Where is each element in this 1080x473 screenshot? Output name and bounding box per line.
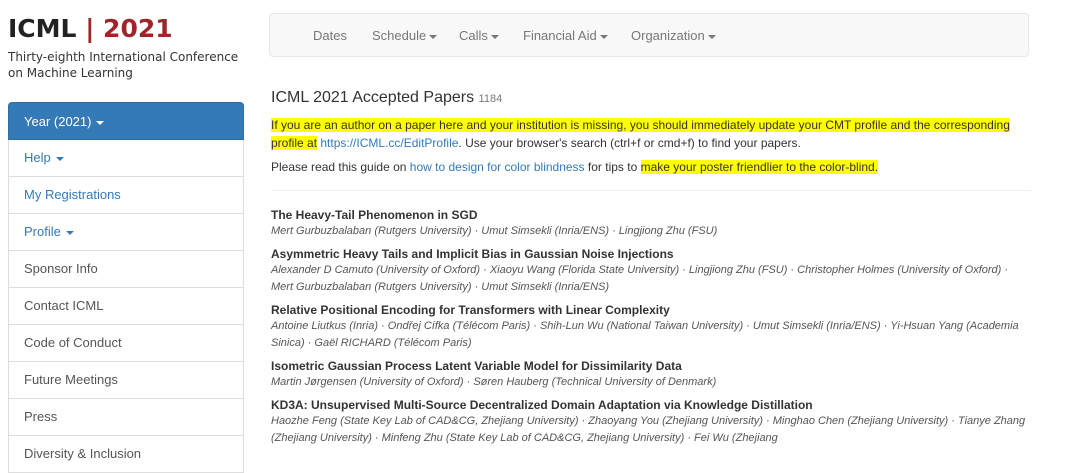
sidebar-item-label: Help xyxy=(24,150,51,165)
caret-down-icon xyxy=(599,34,608,39)
sidebar-item-sponsor-info[interactable]: Sponsor Info xyxy=(8,251,244,288)
paper-title[interactable]: KD3A: Unsupervised Multi-Source Decentra… xyxy=(271,398,1031,413)
logo-year: 2021 xyxy=(103,14,173,43)
color-blindness-guide-link[interactable]: how to design for color blindness xyxy=(410,160,585,174)
caret-down-icon xyxy=(96,120,105,125)
nav-organization[interactable]: Organization xyxy=(631,14,716,57)
caret-down-icon xyxy=(65,230,74,235)
nav-label: Calls xyxy=(459,28,488,43)
sidebar-item-my-registrations[interactable]: My Registrations xyxy=(8,177,244,214)
paper-authors: Alexander D Camuto (University of Oxford… xyxy=(271,264,1009,293)
guide-pre: Please read this guide on xyxy=(271,160,407,174)
conference-subtitle: Thirty-eighth International Conference o… xyxy=(8,50,239,80)
logo-separator: | xyxy=(85,14,95,43)
sidebar-item-label: Year (2021) xyxy=(24,114,92,129)
sidebar-item-code-of-conduct[interactable]: Code of Conduct xyxy=(8,325,244,362)
paper-authors: Mert Gurbuzbalaban (Rutgers University) … xyxy=(271,225,718,237)
nav-financial-aid[interactable]: Financial Aid xyxy=(523,14,608,57)
sidebar-item-profile[interactable]: Profile xyxy=(8,214,244,251)
paper-title[interactable]: Isometric Gaussian Process Latent Variab… xyxy=(271,359,1031,374)
page-title: ICML 2021 Accepted Papers 1184 xyxy=(271,88,1031,109)
guide-highlight: make your poster friendlier to the color… xyxy=(640,160,879,174)
sidebar-item-help[interactable]: Help xyxy=(8,140,244,177)
sidebar-item-year[interactable]: Year (2021) xyxy=(8,102,244,140)
sidebar-item-label: Profile xyxy=(24,224,61,239)
nav-calls[interactable]: Calls xyxy=(459,14,499,57)
sidebar-item-diversity-inclusion[interactable]: Diversity & Inclusion xyxy=(8,436,244,473)
top-navbar: Dates Schedule Calls Financial Aid Organ… xyxy=(269,13,1029,57)
sidebar-nav: Year (2021) Help My Registrations Profil… xyxy=(8,102,244,473)
sidebar-item-label: Future Meetings xyxy=(24,372,118,387)
paper-title[interactable]: Asymmetric Heavy Tails and Implicit Bias… xyxy=(271,247,1031,262)
conference-logo[interactable]: ICML | 2021 Thirty-eighth International … xyxy=(8,14,248,81)
color-blind-guide: Please read this guide on how to design … xyxy=(271,158,1031,176)
logo-title: ICML | 2021 xyxy=(8,14,248,44)
sidebar-item-label: Press xyxy=(24,409,58,424)
author-notice: If you are an author on a paper here and… xyxy=(271,116,1031,152)
nav-label: Financial Aid xyxy=(523,28,597,43)
notice-rest: . Use your browser's search (ctrl+f or c… xyxy=(458,136,801,150)
sidebar-item-press[interactable]: Press xyxy=(8,399,244,436)
caret-down-icon xyxy=(707,34,716,39)
sidebar-item-contact[interactable]: Contact ICML xyxy=(8,288,244,325)
main-content: ICML 2021 Accepted Papers 1184 If you ar… xyxy=(271,88,1031,454)
paper-entry: KD3A: Unsupervised Multi-Source Decentra… xyxy=(271,398,1031,447)
sidebar-item-future-meetings[interactable]: Future Meetings xyxy=(8,362,244,399)
caret-down-icon xyxy=(490,34,499,39)
paper-count: 1184 xyxy=(478,93,503,105)
guide-mid: for tips to xyxy=(587,160,638,174)
paper-entry: Relative Positional Encoding for Transfo… xyxy=(271,303,1031,352)
paper-entry: The Heavy-Tail Phenomenon in SGD Mert Gu… xyxy=(271,208,1031,240)
nav-label: Dates xyxy=(313,28,347,43)
nav-schedule[interactable]: Schedule xyxy=(372,14,438,57)
sidebar-item-label: My Registrations xyxy=(24,187,121,202)
paper-authors: Antoine Liutkus (Inria) · Ondřej Cífka (… xyxy=(271,320,1019,349)
paper-title[interactable]: The Heavy-Tail Phenomenon in SGD xyxy=(271,208,1031,223)
caret-down-icon xyxy=(429,34,438,39)
page-title-text: ICML 2021 Accepted Papers xyxy=(271,89,475,106)
paper-authors: Martin Jørgensen (University of Oxford) … xyxy=(271,376,717,388)
paper-title[interactable]: Relative Positional Encoding for Transfo… xyxy=(271,303,1031,318)
sidebar-item-label: Code of Conduct xyxy=(24,335,122,350)
caret-down-icon xyxy=(55,156,64,161)
nav-label: Organization xyxy=(631,28,705,43)
logo-name: ICML xyxy=(8,14,77,43)
paper-entry: Asymmetric Heavy Tails and Implicit Bias… xyxy=(271,247,1031,296)
sidebar-item-label: Sponsor Info xyxy=(24,261,98,276)
sidebar-item-label: Diversity & Inclusion xyxy=(24,446,142,461)
nav-dates[interactable]: Dates xyxy=(313,14,347,57)
nav-label: Schedule xyxy=(372,28,427,43)
edit-profile-link[interactable]: https://ICML.cc/EditProfile xyxy=(320,136,458,150)
paper-authors: Haozhe Feng (State Key Lab of CAD&CG, Zh… xyxy=(271,415,1026,444)
divider xyxy=(271,190,1031,191)
sidebar-item-label: Contact ICML xyxy=(24,298,104,313)
paper-entry: Isometric Gaussian Process Latent Variab… xyxy=(271,359,1031,391)
